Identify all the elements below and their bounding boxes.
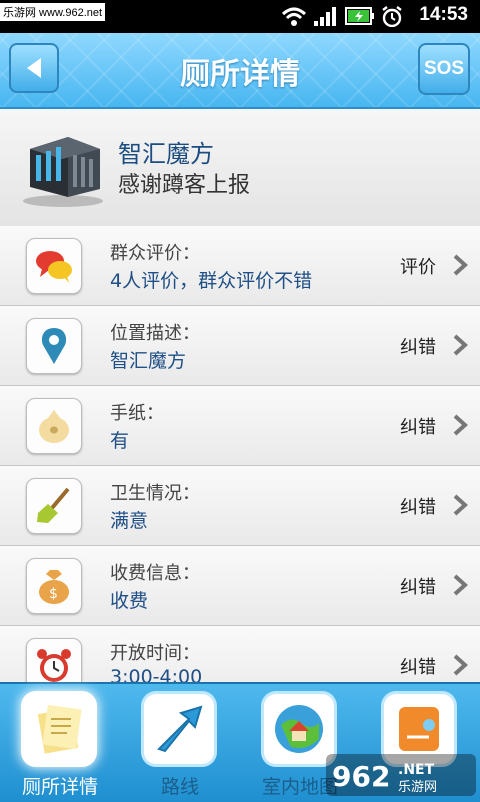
chevron-right-icon: [453, 574, 468, 596]
row-value: 3:00-4:00: [110, 666, 203, 682]
row-value: 满意: [110, 510, 149, 532]
row-value: 智汇魔方: [110, 350, 187, 372]
svg-text:乐游网: 乐游网: [398, 780, 437, 795]
place-note: 感谢蹲客上报: [118, 173, 251, 198]
title-bar: 厕所详情 SOS: [0, 33, 480, 109]
notes-icon: [24, 694, 94, 764]
correct-action[interactable]: 纠错: [400, 413, 436, 439]
row-location[interactable]: 位置描述： 智汇魔方 纠错: [0, 306, 480, 386]
chevron-right-icon: [453, 414, 468, 436]
svg-text:962: 962: [332, 760, 390, 793]
chevron-right-icon: [453, 494, 468, 516]
brand-watermark-logo: 962 .NET 乐游网: [326, 754, 476, 796]
map-pin-icon: [26, 318, 82, 374]
correct-action[interactable]: 纠错: [400, 333, 436, 359]
tab-details[interactable]: 厕所详情: [0, 684, 120, 802]
row-review[interactable]: 群众评价： 4人评价，群众评价不错 评价: [0, 226, 480, 306]
row-fee[interactable]: $ 收费信息： 收费 纠错: [0, 546, 480, 626]
broom-icon: [26, 478, 82, 534]
chevron-right-icon: [453, 334, 468, 356]
tab-route[interactable]: 路线: [120, 684, 240, 802]
place-name: 智汇魔方: [118, 140, 214, 168]
row-label: 位置描述：: [110, 323, 200, 344]
tab-label: 厕所详情: [21, 776, 98, 798]
clock: 14:53: [419, 4, 468, 25]
globe-house-icon: [264, 694, 334, 764]
arrow-icon: [144, 694, 214, 764]
chevron-right-icon: [453, 254, 468, 276]
watermark: 乐游网 www.962.net: [0, 3, 106, 21]
correct-action[interactable]: 纠错: [400, 493, 436, 519]
place-header: 智汇魔方 感谢蹲客上报: [0, 109, 480, 227]
row-label: 开放时间：: [110, 643, 200, 664]
details-list: 群众评价： 4人评价，群众评价不错 评价 位置描述： 智汇魔方 纠错 手纸： 有…: [0, 226, 480, 682]
page-title: 厕所详情: [180, 57, 300, 92]
battery-icon: [345, 7, 374, 25]
row-label: 收费信息：: [110, 563, 200, 584]
bottom-tab-bar: 厕所详情 路线 室内地图 962 .NET 乐游网: [0, 682, 480, 802]
speech-bubbles-icon: [26, 238, 82, 294]
row-hours[interactable]: 开放时间： 3:00-4:00 纠错: [0, 626, 480, 682]
row-label: 手纸：: [110, 403, 164, 424]
correct-action[interactable]: 纠错: [400, 653, 436, 679]
rate-action[interactable]: 评价: [400, 253, 436, 279]
status-bar: 乐游网 www.962.net 14:53: [0, 0, 480, 33]
wifi-icon: [281, 7, 307, 26]
row-value: 有: [110, 430, 130, 452]
chevron-right-icon: [453, 654, 468, 676]
sos-button[interactable]: SOS: [418, 43, 470, 95]
alarm-clock-icon: [26, 638, 82, 682]
row-label: 卫生情况：: [110, 483, 200, 504]
alarm-icon: [382, 6, 402, 27]
row-label: 群众评价：: [110, 243, 200, 264]
row-hygiene[interactable]: 卫生情况： 满意 纠错: [0, 466, 480, 546]
row-value: 收费: [110, 590, 149, 612]
building-icon: [23, 137, 103, 207]
tab-label: 路线: [160, 776, 199, 798]
svg-text:$: $: [49, 586, 58, 602]
correct-action[interactable]: 纠错: [400, 573, 436, 599]
tissue-roll-icon: [26, 398, 82, 454]
money-bag-icon: $: [26, 558, 82, 614]
signal-icon: [314, 7, 336, 26]
svg-text:.NET: .NET: [398, 762, 435, 778]
row-tissue[interactable]: 手纸： 有 纠错: [0, 386, 480, 466]
row-value: 4人评价，群众评价不错: [110, 270, 313, 292]
